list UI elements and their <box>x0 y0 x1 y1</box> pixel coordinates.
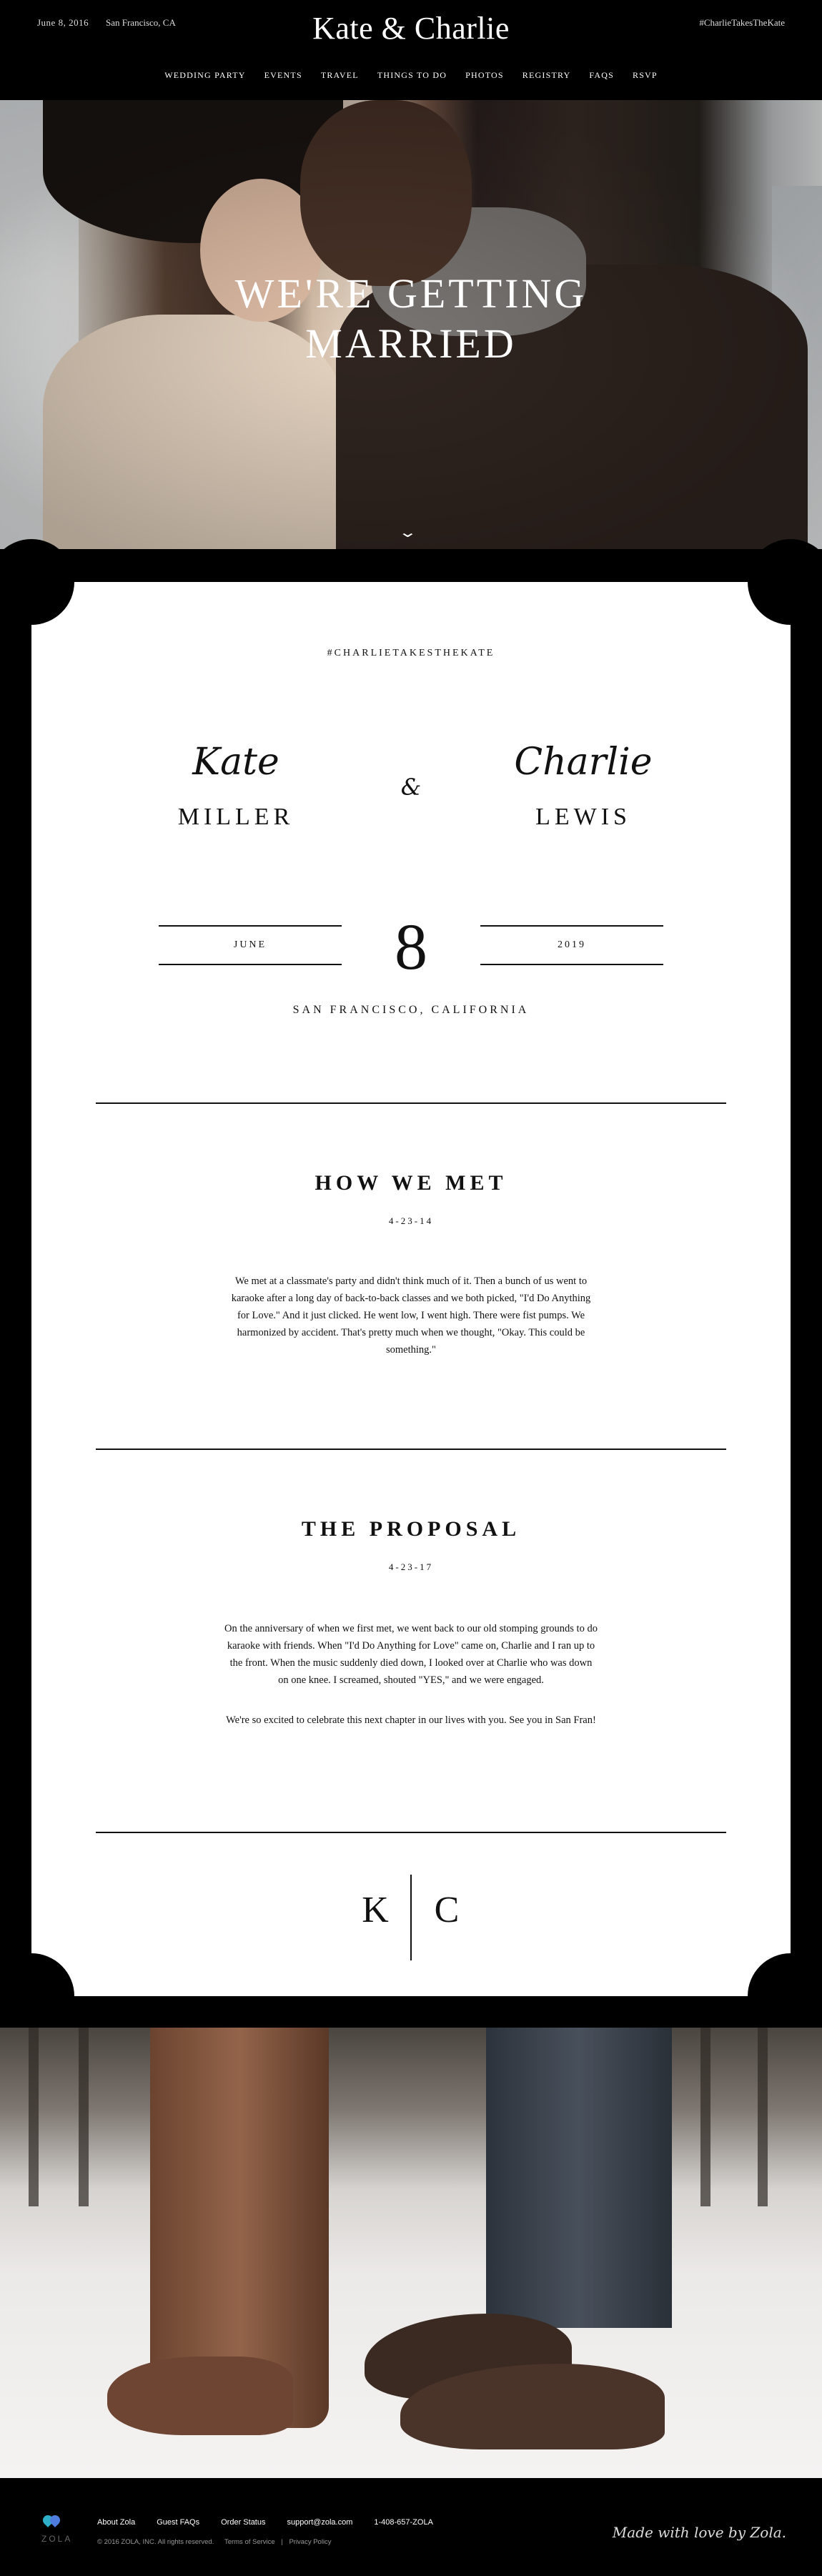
card-corner-notch <box>748 539 822 625</box>
tree-trunk <box>758 2028 768 2206</box>
main-nav: WEDDING PARTY EVENTS TRAVEL THINGS TO DO… <box>0 70 822 81</box>
wedding-year: 2019 <box>480 925 663 965</box>
wedding-month: JUNE <box>159 925 342 965</box>
site-footer: ZOLA About Zola Guest FAQs Order Status … <box>0 2478 822 2576</box>
footer-support-email[interactable]: support@zola.com <box>287 2518 352 2527</box>
tree-trunk <box>79 2028 89 2206</box>
nav-things-to-do[interactable]: THINGS TO DO <box>368 70 456 81</box>
proposal-date: 4-23-17 <box>388 1561 434 1572</box>
nav-wedding-party[interactable]: WEDDING PARTY <box>155 70 254 81</box>
ampersand: & <box>400 774 422 801</box>
hero-photo: WE'RE GETTING MARRIED ⌄ <box>0 100 822 549</box>
invitation-section: #CHARLIETAKESTHEKATE Kate & Charlie MILL… <box>0 539 822 2039</box>
how-we-met-date: 4-23-14 <box>388 1215 434 1226</box>
divider <box>96 1832 726 1833</box>
footer-links: About Zola Guest FAQs Order Status suppo… <box>97 2518 433 2527</box>
footer-phone[interactable]: 1-408-657-ZOLA <box>374 2518 433 2527</box>
tree-trunk <box>29 2028 39 2206</box>
proposal-title: THE PROPOSAL <box>301 1517 521 1541</box>
nav-faqs[interactable]: FAQS <box>580 70 623 81</box>
how-we-met-story: We met at a classmate's party and didn't… <box>231 1275 591 1356</box>
hero-title: WE'RE GETTING MARRIED <box>0 269 822 369</box>
nav-travel[interactable]: TRAVEL <box>312 70 368 81</box>
separator: | <box>281 2538 283 2546</box>
proposal-closing: We're so excited to celebrate this next … <box>226 1714 596 1726</box>
wedding-date: JUNE 8 2019 <box>31 911 791 982</box>
monogram-right: C <box>434 1890 460 1930</box>
hero-title-line2: MARRIED <box>305 320 517 367</box>
site-header: June 8, 2016 San Francisco, CA Kate & Ch… <box>0 0 822 100</box>
nav-registry[interactable]: REGISTRY <box>513 70 580 81</box>
separator <box>216 2538 224 2546</box>
venue-location: SAN FRANCISCO, CALIFORNIA <box>292 1004 530 1016</box>
tree-trunk <box>700 2028 710 2206</box>
groom-last-name: LEWIS <box>535 804 631 830</box>
monogram-left: K <box>362 1890 389 1930</box>
bride-last-name: MILLER <box>177 804 294 830</box>
monogram-divider <box>410 1875 412 1960</box>
copyright: © 2016 ZOLA, INC. All rights reserved. <box>97 2538 214 2546</box>
how-we-met-title: HOW WE MET <box>315 1171 507 1195</box>
wedding-day: 8 <box>395 910 427 983</box>
made-with-love: Made with love by Zola. <box>612 2524 786 2541</box>
divider <box>96 1102 726 1104</box>
footer-about-zola[interactable]: About Zola <box>97 2518 135 2527</box>
chevron-down-icon[interactable]: ⌄ <box>398 523 417 541</box>
groom-first-name: Charlie <box>514 741 653 784</box>
proposal-story: On the anniversary of when we first met,… <box>224 1623 598 1686</box>
terms-link[interactable]: Terms of Service <box>224 2538 275 2546</box>
footer-order-status[interactable]: Order Status <box>221 2518 265 2527</box>
divider <box>96 1449 726 1450</box>
card-corner-notch <box>0 1953 74 2039</box>
zola-logo[interactable]: ZOLA <box>41 2534 72 2544</box>
card-hashtag: #CHARLIETAKESTHEKATE <box>327 648 495 658</box>
bride-first-name: Kate <box>192 741 279 784</box>
footer-guest-faqs[interactable]: Guest FAQs <box>157 2518 199 2527</box>
monogram: K C <box>350 1875 472 1960</box>
groom-jeans <box>486 2028 672 2328</box>
nav-rsvp[interactable]: RSVP <box>623 70 667 81</box>
card-corner-notch <box>0 539 74 625</box>
nav-events[interactable]: EVENTS <box>255 70 312 81</box>
bride-boot-foot <box>107 2357 293 2435</box>
card-corner-notch <box>748 1953 822 2039</box>
footer-legal: © 2016 ZOLA, INC. All rights reserved. T… <box>97 2538 332 2546</box>
boots-snow-photo <box>0 2028 822 2478</box>
header-hashtag: #CharlieTakesTheKate <box>699 17 785 28</box>
privacy-link[interactable]: Privacy Policy <box>289 2538 331 2546</box>
hero-title-line1: WE'RE GETTING <box>234 270 588 317</box>
invitation-card: #CHARLIETAKESTHEKATE Kate & Charlie MILL… <box>0 539 822 2039</box>
nav-photos[interactable]: PHOTOS <box>456 70 513 81</box>
zola-heart-icon <box>41 2513 64 2530</box>
